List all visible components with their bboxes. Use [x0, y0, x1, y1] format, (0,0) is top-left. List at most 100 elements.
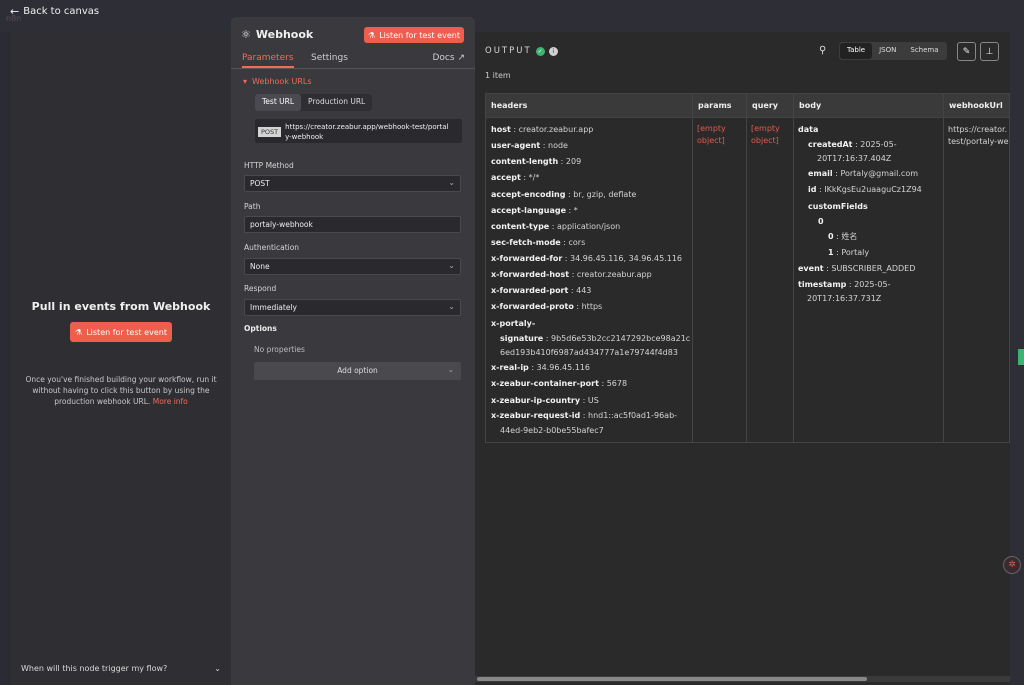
header-value: US: [587, 396, 599, 405]
header-row: x-real-ip : 34.96.45.116: [491, 363, 590, 372]
header-key: x-zeabur-ip-country: [491, 396, 581, 405]
body-key: createdAt: [808, 140, 853, 149]
column-header-headers: headers: [491, 101, 528, 110]
node-title: ⚛ Webhook: [241, 28, 313, 41]
authentication-select[interactable]: None ⌄: [244, 258, 461, 275]
pencil-icon: ✎: [962, 46, 971, 57]
tab-parameters[interactable]: Parameters: [242, 53, 294, 68]
header-key: content-length: [491, 157, 559, 166]
view-json-button[interactable]: JSON: [872, 43, 903, 59]
view-schema-button[interactable]: Schema: [903, 43, 945, 59]
http-method-select[interactable]: POST ⌄: [244, 175, 461, 192]
header-key: accept-language: [491, 206, 566, 215]
scrollbar-thumb[interactable]: [477, 677, 867, 681]
body-value-continued: 20T17:16:37.404Z: [817, 154, 892, 163]
method-badge: POST: [258, 127, 282, 137]
body-value: Portaly@gmail.com: [840, 169, 919, 178]
node-title-label: Webhook: [255, 28, 314, 41]
webhook-url: https://creator.zeabur.app/webhook-test/…: [285, 122, 449, 141]
path-input[interactable]: portaly-webhook: [244, 216, 461, 233]
webhook-url-box[interactable]: POST https://creator.zeabur.app/webhook-…: [255, 119, 462, 143]
column-divider: [793, 94, 794, 442]
tab-test-url[interactable]: Test URL: [255, 94, 302, 111]
back-to-canvas-label: Back to canvas: [23, 6, 100, 17]
tab-settings[interactable]: Settings: [311, 53, 348, 63]
pin-data-button[interactable]: ⊥: [980, 42, 999, 61]
header-row: accept : */*: [491, 173, 540, 182]
column-header-webhookurl: webhookUrl: [949, 101, 1003, 110]
tab-production-url[interactable]: Production URL: [301, 94, 372, 111]
add-option-button[interactable]: Add option ⌄: [254, 362, 461, 380]
output-header: OUTPUT ✓ i: [485, 46, 558, 56]
header-row: host : creator.zeabur.app: [491, 125, 594, 134]
chevron-down-icon: ⌄: [448, 261, 455, 270]
body-value: 姓名: [841, 232, 858, 241]
query-cell: [empty object]: [751, 123, 780, 147]
more-info-link[interactable]: More info: [153, 397, 188, 406]
header-value: application/json: [557, 222, 621, 231]
webhook-urls-label: Webhook URLs: [252, 77, 312, 86]
header-row: x-zeabur-container-port : 5678: [491, 379, 628, 388]
url-type-toggle: Test URL Production URL: [255, 94, 373, 111]
info-icon[interactable]: i: [548, 46, 558, 56]
body-key-data: data: [798, 125, 818, 135]
trigger-faq-label: When will this node trigger my flow?: [21, 664, 168, 673]
edit-output-button[interactable]: ✎: [957, 42, 976, 61]
header-row: accept-language : *: [491, 206, 578, 215]
body-value: SUBSCRIBER_ADDED: [831, 264, 916, 273]
body-value: IKkKgsEu2uaaguCz1Z94: [824, 185, 922, 194]
body-row: timestamp : 2025-05-: [798, 280, 891, 289]
header-key: x-forwarded-port: [491, 286, 569, 295]
trigger-faq-toggle[interactable]: When will this node trigger my flow? ⌄: [21, 664, 221, 673]
header-value: 9b5d6e53b2cc2147292bce98a21c: [551, 334, 691, 343]
params-value-line1: [empty: [697, 124, 726, 133]
side-tab[interactable]: [1018, 349, 1024, 365]
output-label: OUTPUT: [485, 46, 532, 56]
header-value: 34.96.45.116: [536, 363, 590, 372]
header-value-continued: 44ed-9eb2-b0be55bafec7: [500, 426, 604, 435]
flask-icon: ⚗: [75, 327, 83, 337]
no-properties-text: No properties: [254, 345, 305, 354]
webhook-url-line2: y-webhook: [285, 133, 324, 141]
chevron-down-icon: ⌄: [447, 365, 454, 374]
docs-link[interactable]: Docs ↗: [433, 53, 466, 63]
horizontal-scrollbar[interactable]: [475, 676, 1010, 682]
path-label: Path: [244, 202, 261, 211]
body-key: 0: [828, 232, 834, 241]
params-cell: [empty object]: [697, 123, 726, 147]
node-tabs: Parameters Settings Docs ↗: [231, 51, 475, 69]
header-key: x-zeabur-request-id: [491, 411, 581, 420]
header-key: accept: [491, 173, 521, 182]
webhook-icon: ⚛: [241, 28, 251, 41]
search-icon[interactable]: ⚲: [819, 45, 826, 56]
body-key: 1: [828, 248, 834, 257]
respond-select[interactable]: Immediately ⌄: [244, 299, 461, 316]
docs-label: Docs: [432, 53, 455, 63]
header-value: https: [581, 302, 603, 311]
header-row: x-forwarded-for : 34.96.45.116, 34.96.45…: [491, 254, 683, 263]
header-key: x-portaly-: [491, 319, 536, 328]
view-table-button[interactable]: Table: [840, 43, 873, 59]
chevron-down-icon: ⌄: [448, 178, 455, 187]
output-panel: OUTPUT ✓ i 1 item ⚲ Table JSON Schema ✎ …: [475, 32, 1010, 685]
header-value: 443: [576, 286, 592, 295]
bug-report-icon[interactable]: ✲: [1003, 556, 1021, 574]
header-row: accept-encoding : br, gzip, deflate: [491, 190, 637, 199]
listen-test-event-label: Listen for test event: [86, 327, 167, 337]
header-key: x-forwarded-proto: [491, 302, 574, 311]
body-row: customFields: [808, 202, 868, 212]
header-row: x-portaly-: [491, 319, 535, 329]
listen-test-event-button-header[interactable]: ⚗ Listen for test event: [364, 27, 464, 43]
listen-test-event-button[interactable]: ⚗ Listen for test event: [70, 322, 172, 342]
webhook-url-line1: https://creator.zeabur.app/webhook-test/…: [285, 123, 449, 131]
external-link-icon: ↗: [457, 53, 465, 63]
back-to-canvas-button[interactable]: ← Back to canvas: [10, 5, 99, 18]
authentication-label: Authentication: [244, 243, 300, 252]
flask-icon: ⚗: [368, 30, 376, 40]
header-key: x-forwarded-for: [491, 254, 563, 263]
webhookurl-cell: https://creator. test/portaly-web: [948, 124, 1009, 148]
webhook-urls-toggle[interactable]: ▾ Webhook URLs: [243, 77, 312, 86]
header-key: x-forwarded-host: [491, 270, 570, 279]
header-row: x-forwarded-host : creator.zeabur.app: [491, 270, 652, 279]
column-divider: [943, 94, 944, 442]
